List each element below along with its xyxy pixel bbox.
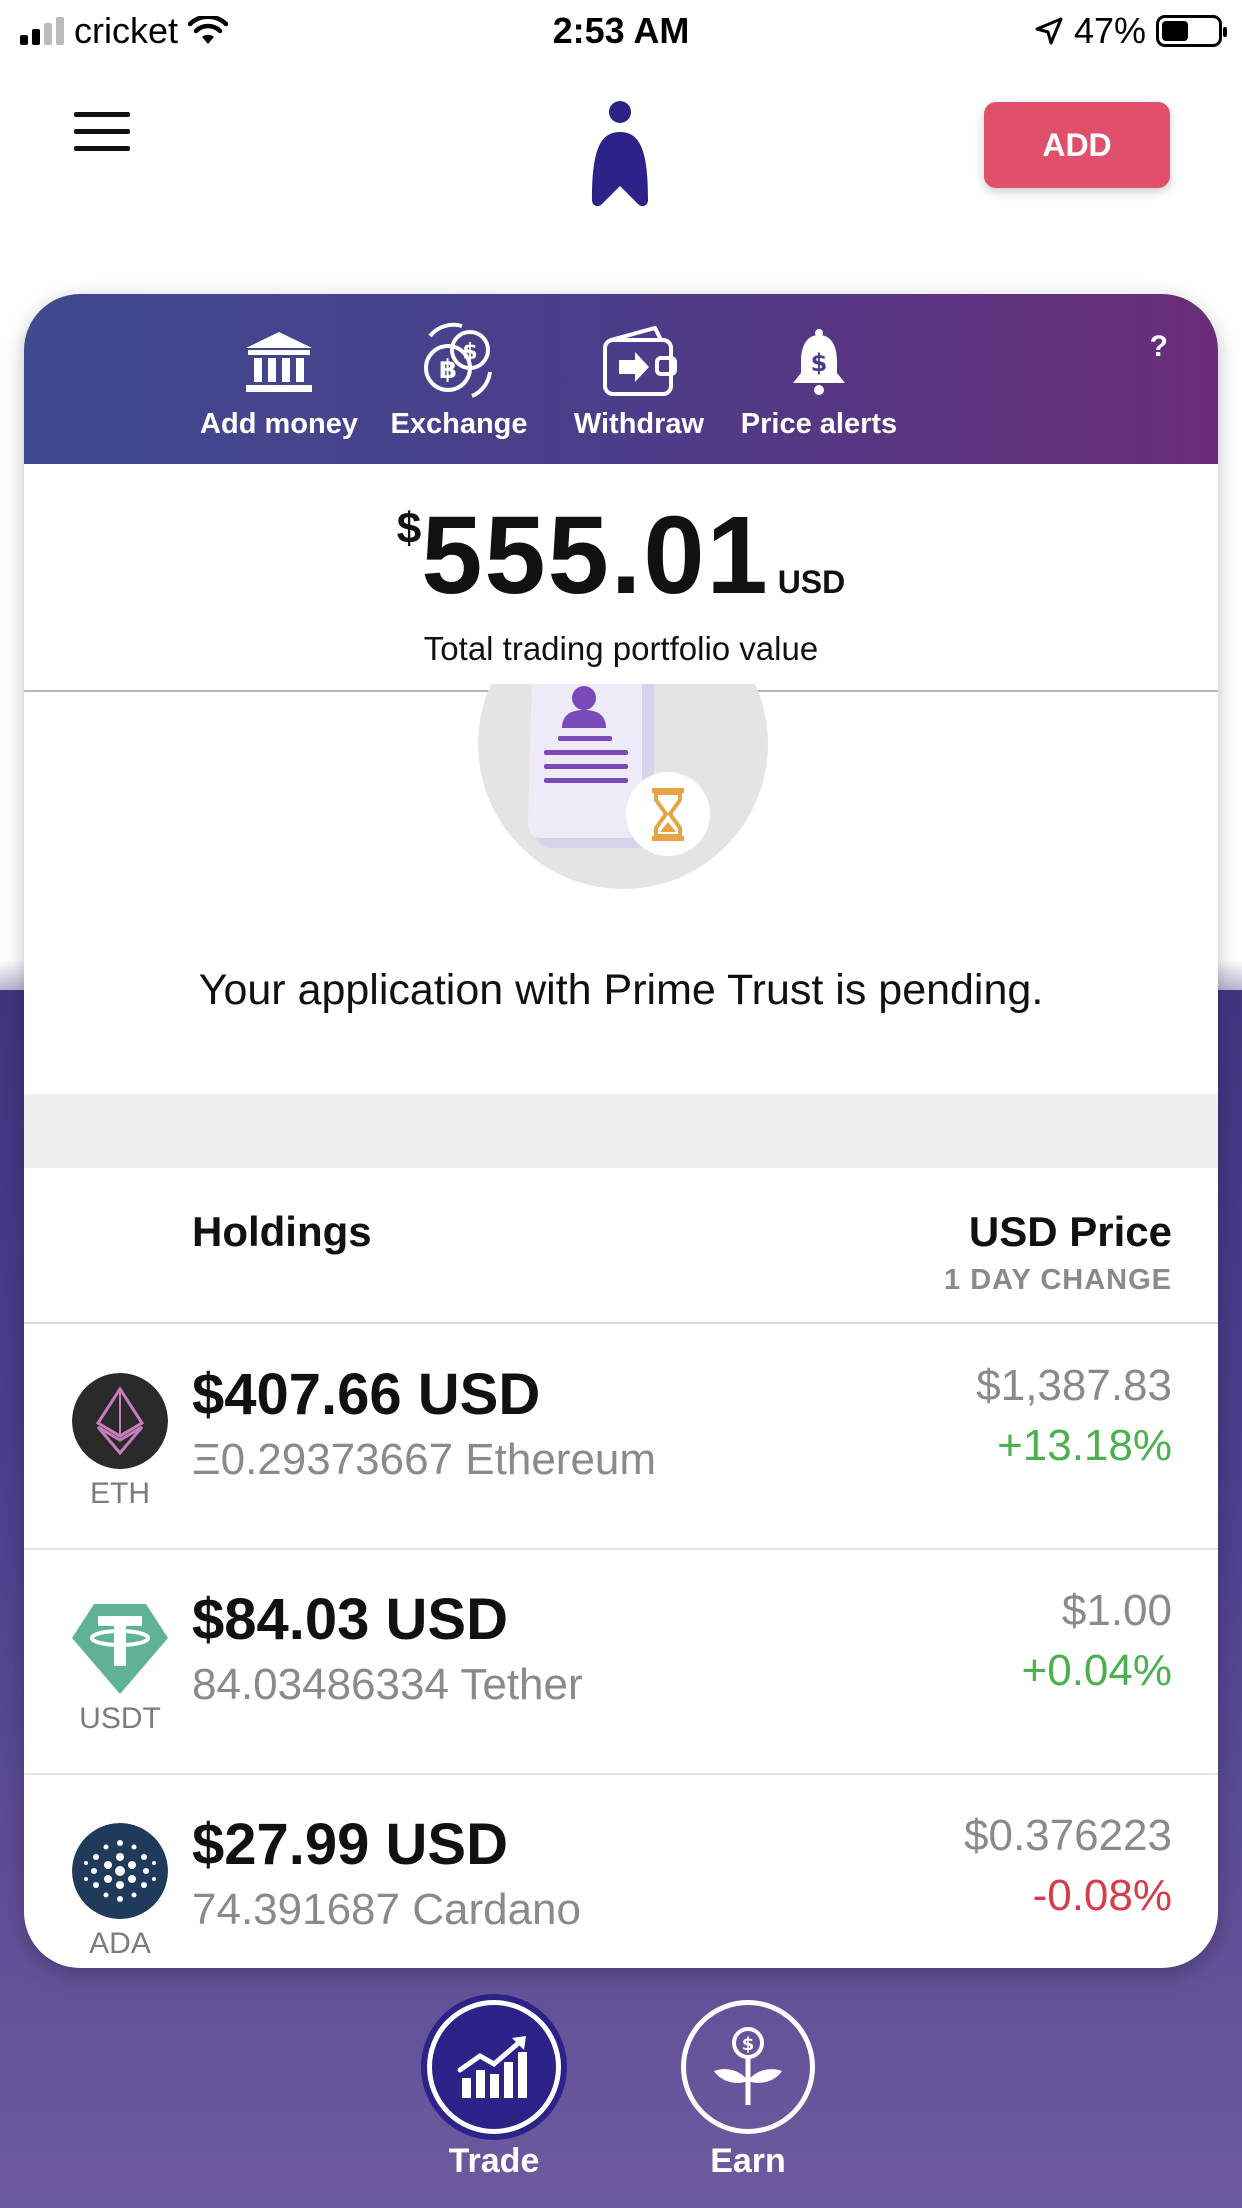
bell-dollar-icon: $ [793,329,845,395]
add-money-action[interactable]: Add money [184,322,374,441]
section-divider [24,1094,1218,1168]
battery-percent: 47% [1073,10,1146,51]
exchange-coins-icon: ฿ $ [424,322,492,398]
chart-up-icon [457,2036,527,2098]
price-change: +0.04% [1021,1646,1172,1695]
portfolio-summary: $555.01 USD Total trading portfolio value [24,464,1218,692]
nav-earn[interactable]: $ Earn [668,2000,828,2181]
coin-symbol: ETH [90,1477,150,1510]
currency-symbol: $ [396,504,422,553]
price-change: +13.18% [997,1421,1172,1470]
nav-earn-label: Earn [710,2142,786,2180]
app-logo [592,101,648,207]
portfolio-unit: USD [777,564,846,600]
plant-dollar-icon: $ [714,2027,782,2105]
pending-document-icon [478,684,768,889]
battery-icon [1156,15,1227,47]
svg-text:$: $ [462,340,477,365]
holding-row-usdt[interactable]: USDT $84.03 USD 84.03486334 Tether $1.00… [24,1550,1218,1775]
cardano-icon [72,1823,168,1919]
tether-icon [72,1604,168,1694]
holding-usd-value: $27.99 USD [192,1812,508,1877]
withdraw-wallet-icon [603,325,677,396]
portfolio-card: Add money ฿ $ Exchange Withdraw $ Price … [24,294,1218,1968]
usd-price-title: USD Price [968,1208,1172,1255]
portfolio-caption: Total trading portfolio value [423,630,819,667]
withdraw-action[interactable]: Withdraw [544,322,734,441]
exchange-action[interactable]: ฿ $ Exchange [364,322,554,441]
pending-message: Your application with Prime Trust is pen… [198,966,1044,1014]
coin-symbol: ADA [89,1927,151,1960]
holding-usd-value: $84.03 USD [192,1587,508,1652]
ethereum-icon [72,1373,168,1469]
day-change-title: 1 DAY CHANGE [944,1264,1172,1296]
svg-text:$: $ [742,2034,755,2055]
withdraw-label: Withdraw [573,408,705,440]
price-alerts-action[interactable]: $ Price alerts [724,322,914,441]
bank-icon [246,332,312,392]
coin-price: $1,387.83 [976,1361,1172,1410]
coin-price: $1.00 [1061,1586,1172,1635]
quick-actions-bar: Add money ฿ $ Exchange Withdraw $ Price … [24,294,1218,464]
status-bar: cricket 2:53 AM 47% [0,0,1242,62]
add-button[interactable]: ADD [984,102,1170,188]
location-arrow-icon [1035,17,1063,45]
holding-quantity: Ξ0.29373667 Ethereum [192,1435,657,1484]
holdings-header: Holdings USD Price 1 DAY CHANGE [24,1168,1218,1324]
exchange-label: Exchange [390,408,528,440]
coin-symbol: USDT [79,1702,161,1735]
portfolio-amount: 555.01 [421,494,770,617]
add-money-label: Add money [200,408,358,440]
earn-button[interactable]: $ [681,2000,815,2134]
hamburger-menu-icon[interactable] [74,112,130,152]
holding-usd-value: $407.66 USD [192,1362,541,1427]
pending-application-section: Your application with Prime Trust is pen… [24,684,1218,1094]
svg-text:$: $ [811,349,828,377]
status-right: 47% [1034,10,1227,52]
coin-price: $0.376223 [964,1811,1172,1860]
holding-quantity: 74.391687 Cardano [192,1885,581,1934]
portfolio-value: $555.01 USD [24,492,1218,619]
holding-quantity: 84.03486334 Tether [192,1660,583,1709]
nav-trade-label: Trade [448,2142,540,2180]
trade-button[interactable] [427,2000,561,2134]
price-alerts-label: Price alerts [740,408,898,440]
holding-row-ada[interactable]: ADA $27.99 USD 74.391687 Cardano $0.3762… [24,1775,1218,1968]
holding-row-eth[interactable]: ETH $407.66 USD Ξ0.29373667 Ethereum $1,… [24,1325,1218,1550]
help-button[interactable]: ? [1150,330,1168,364]
holdings-title: Holdings [192,1208,372,1255]
price-change: -0.08% [1032,1871,1172,1920]
nav-trade[interactable]: Trade [414,2000,574,2181]
